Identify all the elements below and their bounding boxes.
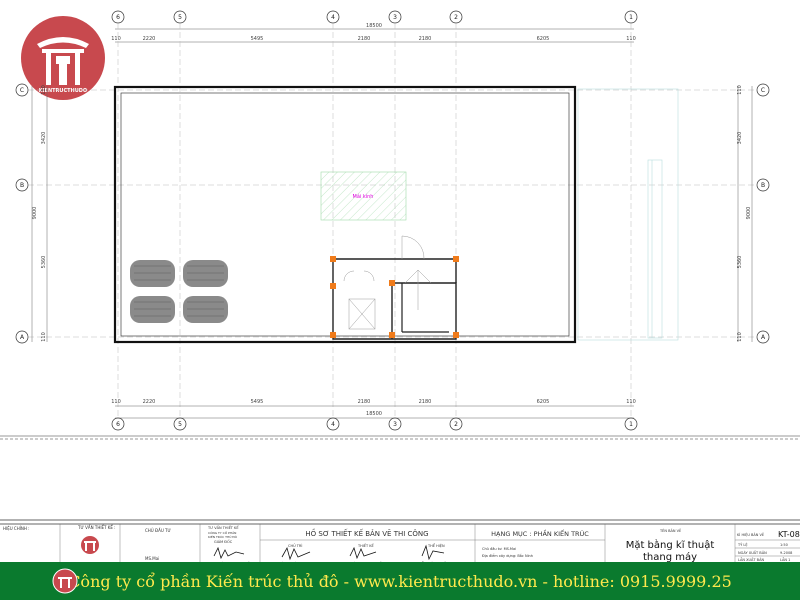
ac-unit [130,296,175,323]
axis-label-6-bottom: 6 [116,421,120,428]
company-logo: KIENTRUCTHUDO [21,16,105,100]
bottom-span-6: 6205 [537,399,550,405]
director-role: GIÁM ĐỐC [214,539,233,544]
bottom-span-1: 110 [111,399,121,405]
axis-label-a-right: A [761,334,766,341]
axis-label-c-right: C [761,87,765,94]
axis-label-2-top: 2 [454,14,458,21]
bottom-span-2: 2220 [143,399,156,405]
sheet-title-line-1: Mặt bằng kĩ thuật [626,538,715,551]
adjacent-structure [577,88,679,341]
scale-value: 1:50 [780,543,788,547]
location-line: Địa điểm xây dựng: Bắc Ninh [482,553,533,558]
top-span-3: 5495 [251,36,264,42]
chief-role: CHỦ TRÌ [288,543,302,548]
left-dimension-texts: 110 3420 9000 5360 110 [32,85,47,342]
ac-units [130,260,228,323]
ac-unit [183,260,228,287]
structural-columns [330,256,459,338]
revision-label: HIỆU CHỈNH : [3,526,30,531]
skylight-label: Mái kính [353,193,374,200]
signatures [213,544,445,561]
bottom-span-7: 110 [626,399,636,405]
footer-contact-text: Công ty cổ phần Kiến trúc thủ đô - www.k… [68,571,732,591]
axis-label-5-top: 5 [178,14,182,21]
title-block-logo [81,536,99,554]
ac-unit [130,260,175,287]
top-span-4: 2180 [358,36,371,42]
top-axis-bubbles [111,10,638,24]
design-firm-label: TƯ VẤN THIẾT KẾ [207,524,239,530]
ac-unit [183,296,228,323]
bottom-overall-dim: 18500 [366,411,382,417]
title-block-texts: HIỆU CHỈNH : TƯ VẤN THIẾT KẾ : CHỦ ĐẦU T… [3,524,800,567]
bottom-span-4: 2180 [358,399,371,405]
top-dimension-texts: 18500 110 2220 5495 2180 2180 6205 110 [111,23,636,42]
right-dim-2: 3420 [737,132,743,145]
investor-name: MS.Mai [145,556,159,561]
axis-label-1-bottom: 1 [629,421,633,428]
sheet-border [0,435,800,525]
date-label: NGÀY XUẤT BẢN [738,550,767,555]
axis-label-1-top: 1 [629,14,633,21]
axis-label-b-left: B [20,182,24,189]
left-dim-3: 9000 [32,207,38,220]
cad-drawing: KIENTRUCTHUDO 6 5 4 3 2 1 18500 110 2220… [0,10,800,567]
left-dim-4: 5360 [41,256,47,269]
right-dimension-texts: 110 3420 9000 5360 110 [737,85,752,342]
vertical-grid-lines [117,23,632,418]
scale-label: TỶ LỆ [737,542,748,547]
bottom-axis-bubbles [111,417,638,431]
bottom-span-3: 5495 [251,399,264,405]
designer-role: THIẾT KẾ [357,542,375,548]
right-dim-3: 9000 [746,207,752,220]
category-title: HẠNG MỤC : PHẦN KIẾN TRÚC [491,528,589,538]
right-dim-4: 5360 [737,256,743,269]
axis-label-5-bottom: 5 [178,421,182,428]
top-dimension-lines [115,28,634,43]
right-dim-5: 110 [737,332,743,342]
bottom-span-5: 2180 [419,399,432,405]
left-dim-5: 110 [41,332,47,342]
top-span-5: 2180 [419,36,432,42]
top-span-6: 6205 [537,36,550,42]
left-dim-1: 110 [41,85,47,95]
axis-label-6-top: 6 [116,14,120,21]
footer-logo-icon [52,568,78,594]
drafter-role: THỂ HIỆN [427,543,445,548]
axis-label-2-bottom: 2 [454,421,458,428]
left-dim-2: 3420 [41,132,47,145]
axis-label-3-top: 3 [393,14,397,21]
project-title: HỒ SƠ THIẾT KẾ BẢN VẼ THI CÔNG [305,528,428,538]
top-span-2: 2220 [143,36,156,42]
bottom-axis-labels: 6 5 4 3 2 1 [116,421,633,428]
bottom-dimension-texts: 110 2220 5495 2180 2180 6205 110 18500 [111,399,636,417]
axis-label-c-left: C [20,87,24,94]
right-dim-1: 110 [737,85,743,95]
axis-label-4-bottom: 4 [331,421,335,428]
axis-label-3-bottom: 3 [393,421,397,428]
sheet-number-label: KÍ HIỆU BẢN VẼ [737,532,764,537]
sheet-number: KT-08 [778,530,800,539]
top-overall-dim: 18500 [366,23,382,29]
owner-line: Chủ đầu tư: MS.Mai [482,547,516,551]
consultant-label: TƯ VẤN THIẾT KẾ : [77,524,116,530]
axis-label-b-right: B [761,182,765,189]
skylight: Mái kính [320,171,407,221]
top-axis-labels: 6 5 4 3 2 1 [116,14,633,21]
axis-label-a-left: A [20,334,25,341]
investor-label: CHỦ ĐẦU TƯ [145,528,171,533]
top-span-1: 110 [111,36,121,42]
footer-banner: Công ty cổ phần Kiến trúc thủ đô - www.k… [0,562,800,600]
date-value: 9-2008 [780,551,792,555]
sheet-name-label: TÊN BẢN VẼ [659,528,681,533]
axis-label-4-top: 4 [331,14,335,21]
core-details [343,235,432,330]
